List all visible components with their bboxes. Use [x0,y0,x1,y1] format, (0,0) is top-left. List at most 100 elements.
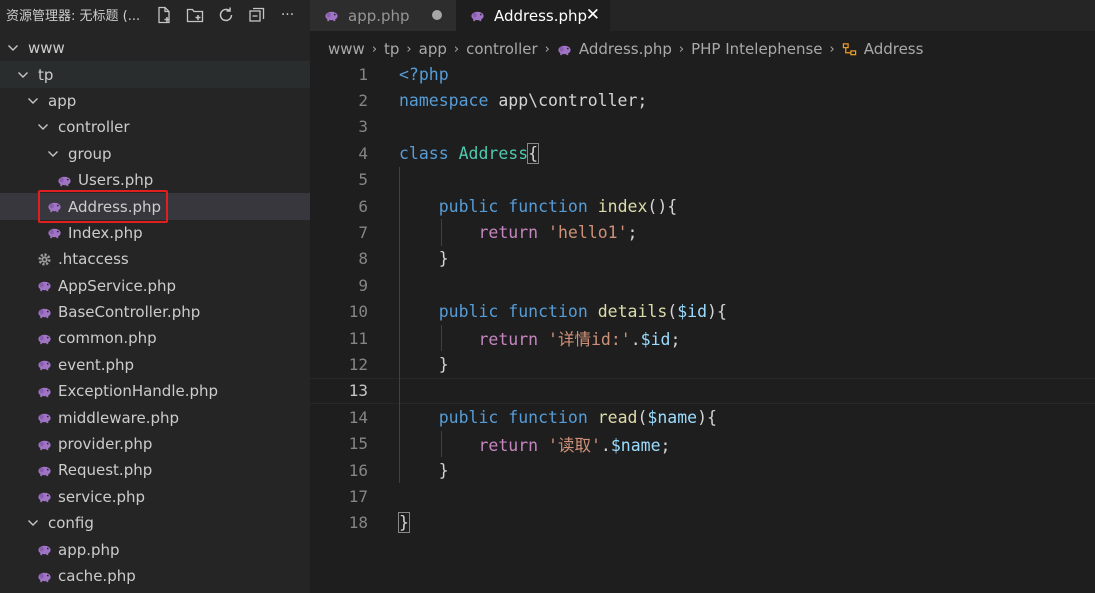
tree-file-appservice-php[interactable]: AppService.php [0,273,310,299]
tree-folder-group[interactable]: group [0,141,310,167]
tree-file-app-php[interactable]: app.php [0,536,310,562]
line-number: 8 [358,249,368,269]
tree-item-label: config [48,514,94,533]
tree-item-label: www [28,39,65,58]
code-line[interactable]: 15 return '读取'.$name; [310,431,1095,457]
collapse-all-icon[interactable] [241,5,272,25]
breadcrumb-item[interactable]: controller [466,40,538,58]
code-line[interactable]: 2 namespace app\controller; [310,87,1095,113]
tree-folder-tp[interactable]: tp [0,61,310,88]
code-line[interactable]: 1 <?php [310,61,1095,87]
unsaved-dot-icon[interactable] [432,10,442,20]
tree-folder-app[interactable]: app [0,88,310,114]
code-token: $name [610,435,661,455]
code-token: (){ [647,196,678,216]
tree-folder-www[interactable]: www [0,35,310,61]
tab-address-php[interactable]: Address.php ✕ [456,0,610,31]
code-token: $id [640,330,671,350]
code-line[interactable]: 16 } [310,457,1095,483]
php-file-icon [36,357,52,373]
code-line[interactable]: 4 class Address{ [310,140,1095,166]
breadcrumb-item[interactable]: tp [384,40,399,58]
php-file-icon [557,41,573,57]
php-file-icon [36,410,52,426]
breadcrumb-item[interactable]: Address [864,40,924,58]
line-number: 10 [348,302,368,322]
code-text: public function read($name){ [399,408,717,427]
code-line[interactable]: 17 [310,483,1095,509]
code-token: function [508,407,588,427]
tree-item-label: cache.php [58,567,136,585]
tree-file-basecontroller-php[interactable]: BaseController.php [0,299,310,325]
code-token: 'hello1' [548,223,628,243]
code-editor[interactable]: 1 <?php 2 namespace app\controller; 3 4 class … [310,61,1095,593]
tree-file-index-php[interactable]: Index.php [0,220,310,246]
tree-folder-config[interactable]: config [0,510,310,536]
breadcrumb-item[interactable]: www [328,40,365,58]
tree-file-htaccess[interactable]: .htaccess [0,246,310,272]
breadcrumb-item[interactable]: PHP Intelephense [691,40,822,58]
code-token: } [399,355,449,375]
tree-file-service-php[interactable]: service.php [0,484,310,510]
php-file-icon [36,330,52,346]
code-token: app\controller; [488,91,648,111]
more-icon[interactable]: ··· [272,5,303,25]
tree-file-request-php[interactable]: Request.php [0,457,310,483]
code-token: ; [670,330,681,350]
breadcrumb-separator: › [829,41,835,57]
tree-file-common-php[interactable]: common.php [0,325,310,351]
tree-file-cache-php[interactable]: cache.php [0,563,310,589]
line-number: 4 [358,143,368,163]
code-line[interactable]: 8 } [310,246,1095,272]
tree-file-middleware-php[interactable]: middleware.php [0,404,310,430]
line-number: 6 [358,196,368,216]
tree-item-label: common.php [58,329,157,348]
code-line[interactable]: 18} [310,510,1095,536]
code-line[interactable]: 12 } [310,351,1095,377]
code-line[interactable]: 14 public function read($name){ [310,404,1095,430]
code-token: class [399,143,449,163]
tree-item-label: Users.php [78,171,154,190]
tree-item-label: Address.php [68,197,162,216]
code-token: public [438,407,499,427]
code-line[interactable]: 9 [310,272,1095,298]
new-folder-icon[interactable] [179,5,210,25]
tab-label: app.php [348,6,410,25]
code-token: ){ [697,407,717,427]
tree-file-event-php[interactable]: event.php [0,352,310,378]
code-line[interactable]: 13 [310,377,1095,405]
code-line[interactable]: 3 [310,114,1095,140]
tree-file-provider-php[interactable]: provider.php [0,431,310,457]
tab-app-php[interactable]: app.php [310,0,456,31]
breadcrumb-item[interactable]: Address.php [579,40,672,58]
new-file-icon[interactable] [148,5,179,25]
close-icon[interactable]: ✕ [586,5,600,25]
code-line[interactable]: 5 [310,167,1095,193]
code-text: public function details($id){ [399,302,727,321]
code-line[interactable]: 7 return 'hello1'; [310,219,1095,245]
breadcrumb-separator: › [406,41,412,57]
tree-file-exceptionhandle-php[interactable]: ExceptionHandle.php [0,378,310,404]
code-line[interactable]: 11 return '详情id:'.$id; [310,325,1095,351]
refresh-icon[interactable] [210,5,241,25]
code-line[interactable]: 10 public function details($id){ [310,299,1095,325]
code-token: ( [667,302,678,322]
tree-item-label: app.php [58,540,120,559]
tree-file-users-php[interactable]: Users.php [0,167,310,193]
php-file-icon [36,436,52,452]
breadcrumb-item[interactable]: app [419,40,447,58]
code-line[interactable]: 6 public function index(){ [310,193,1095,219]
code-token: index [597,196,648,216]
indent-guide [399,166,400,484]
breadcrumb: www › tp › app › controller › Address.php › PHP In… [328,38,923,60]
code-text: } [399,461,449,480]
tree-file-address-php[interactable]: Address.php [0,193,310,220]
tree-folder-controller[interactable]: controller [0,114,310,140]
